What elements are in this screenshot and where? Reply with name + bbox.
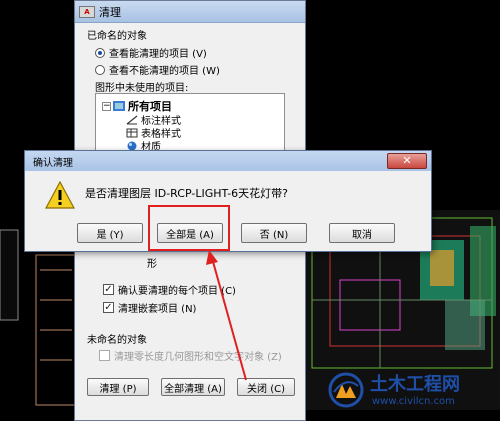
- purge-title: 清理: [99, 5, 121, 19]
- dimension-style-icon: [126, 115, 138, 124]
- collapse-icon[interactable]: −: [102, 101, 111, 111]
- tree-item-partial: 形: [147, 255, 157, 270]
- purge-zero-geometry-checkbox[interactable]: 清理零长度几何图形和空文字对象 (Z): [99, 348, 282, 363]
- confirm-title: 确认清理: [33, 157, 73, 169]
- purge-nested-checkbox[interactable]: ✓ 清理嵌套项目 (N): [103, 300, 196, 315]
- purge-title-bar: A 清理: [75, 1, 305, 23]
- radio-unselected-icon: [95, 64, 105, 75]
- close-icon[interactable]: ✕: [387, 153, 427, 169]
- tree-item-partial-label: 形: [147, 259, 157, 270]
- confirm-each-label: 确认要清理的每个项目 (C): [118, 286, 236, 297]
- purge-button[interactable]: 清理 (P): [87, 378, 149, 396]
- close-button[interactable]: 关闭 (C): [237, 378, 295, 396]
- radio-view-unpurgeable-label: 查看不能清理的项目 (W): [109, 66, 220, 77]
- radio-view-unpurgeable[interactable]: 查看不能清理的项目 (W): [95, 62, 220, 77]
- all-items-icon: [113, 101, 125, 111]
- cancel-button[interactable]: 取消: [329, 223, 395, 243]
- confirm-title-bar: 确认清理: [25, 151, 431, 171]
- autocad-app-icon: A: [79, 5, 95, 18]
- purge-all-button[interactable]: 全部清理 (A): [161, 378, 225, 396]
- confirm-purge-dialog: 确认清理 ✕ 是否清理图层 ID-RCP-LIGHT-6天花灯带? 是 (Y) …: [24, 150, 432, 252]
- purge-zero-geometry-label: 清理零长度几何图形和空文字对象 (Z): [114, 352, 282, 363]
- radio-selected-icon: [95, 47, 105, 58]
- table-style-icon: [126, 128, 138, 137]
- watermark: 土木工程网 www.civilcn.com: [328, 370, 500, 414]
- named-objects-group-label: 已命名的对象: [87, 31, 147, 42]
- no-button[interactable]: 否 (N): [241, 223, 307, 243]
- radio-view-purgeable[interactable]: 查看能清理的项目 (V): [95, 45, 207, 60]
- unnamed-objects-group-label: 未命名的对象: [87, 335, 147, 346]
- yes-button[interactable]: 是 (Y): [77, 223, 143, 243]
- purge-nested-label: 清理嵌套项目 (N): [118, 304, 197, 315]
- watermark-name: 土木工程网: [370, 374, 460, 395]
- checkbox-checked-icon: ✓: [103, 302, 114, 313]
- confirm-each-checkbox[interactable]: ✓ 确认要清理的每个项目 (C): [103, 282, 236, 297]
- yes-to-all-highlight: [148, 205, 230, 251]
- watermark-logo-icon: [328, 372, 364, 408]
- checkbox-unchecked-icon: [99, 350, 110, 361]
- material-icon: [127, 141, 137, 150]
- confirm-message: 是否清理图层 ID-RCP-LIGHT-6天花灯带?: [85, 187, 288, 200]
- warning-icon: [45, 181, 75, 209]
- checkbox-checked-icon: ✓: [103, 284, 114, 295]
- unused-items-label: 图形中未使用的项目:: [95, 83, 189, 94]
- watermark-url: www.civilcn.com: [372, 396, 455, 407]
- radio-view-purgeable-label: 查看能清理的项目 (V): [109, 49, 207, 60]
